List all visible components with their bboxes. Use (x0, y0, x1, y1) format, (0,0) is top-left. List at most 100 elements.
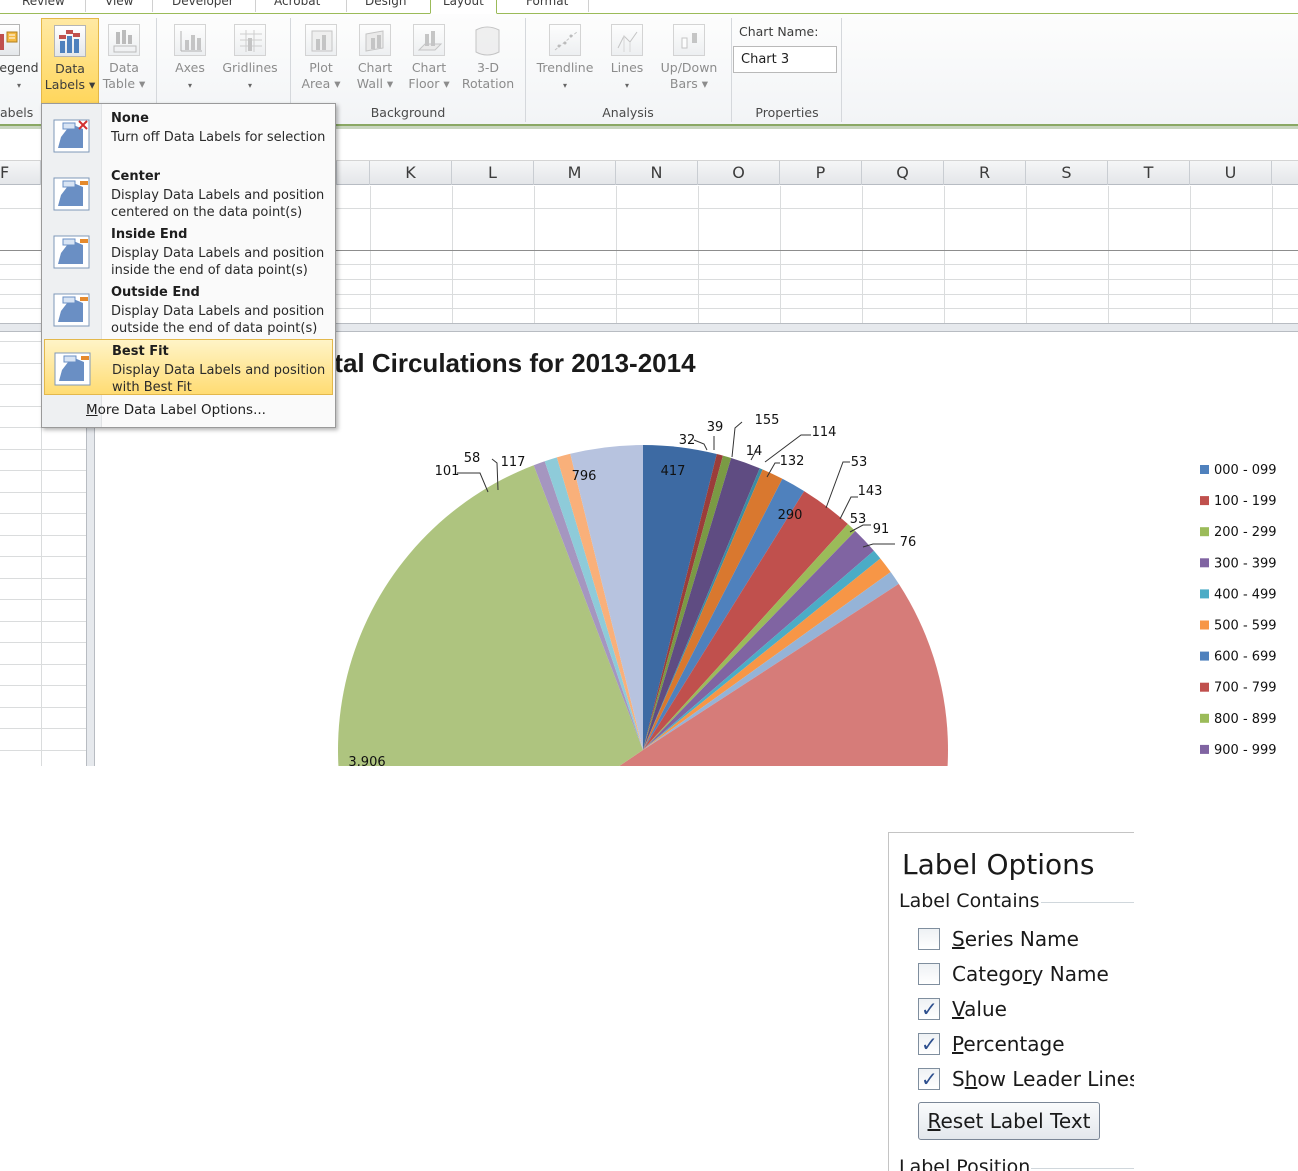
menu-item-outside-end[interactable]: Outside End Display Data Labels and posit… (44, 281, 333, 337)
chart-title: Total Circulations for 2013-2014 (304, 348, 696, 378)
trendline-button[interactable]: Trendline ▾ (532, 24, 598, 94)
legend-entry: 200 - 299 (1214, 525, 1277, 540)
gridlines-button[interactable]: Gridlines ▾ (220, 24, 280, 94)
tab-separator (255, 0, 256, 12)
column-header[interactable]: M (534, 161, 616, 185)
data-label-center-icon (53, 175, 91, 213)
3d-rotation-line2: Rotation (461, 76, 515, 91)
slice-data-label: 32 (679, 433, 696, 448)
3d-rotation-icon (472, 24, 504, 56)
slice-data-label: 417 (661, 464, 686, 479)
grid-line (534, 186, 535, 323)
menu-item-center[interactable]: Center Display Data Labels and position c… (44, 165, 333, 221)
legend-label: egend (0, 60, 39, 75)
checkbox-label[interactable]: Series Name (952, 927, 1079, 951)
reset-label-text-button[interactable]: Reset Label Text (918, 1102, 1100, 1140)
tab-separator (346, 0, 347, 12)
menu-item-title: Best Fit (112, 344, 169, 359)
grid-line (0, 750, 86, 751)
chart-name-label: Chart Name: (739, 24, 819, 39)
checkmark-icon: ✓ (921, 1067, 938, 1091)
tab-layout[interactable]: Layout (430, 0, 497, 14)
column-header[interactable]: Q (862, 161, 944, 185)
grid-line (1190, 186, 1191, 323)
grid-line (0, 513, 86, 514)
slice-data-label: 117 (501, 455, 526, 470)
slice-data-label: 143 (858, 484, 883, 499)
data-label-best-icon (54, 350, 92, 388)
checkbox-percentage[interactable]: ✓ (918, 1032, 940, 1056)
checkbox-value[interactable]: ✓ (918, 997, 940, 1021)
column-header-blank[interactable] (336, 161, 370, 185)
checkbox-label[interactable]: Percentage (952, 1032, 1065, 1056)
legend-entry: 500 - 599 (1214, 619, 1277, 634)
checkbox-label[interactable]: Show Leader Lines (952, 1067, 1134, 1091)
slice-data-label: 132 (780, 454, 805, 469)
chart-wall-icon (359, 24, 391, 56)
chart-floor-line2: Floor ▾ (408, 76, 450, 91)
column-header[interactable]: S (1026, 161, 1108, 185)
column-header[interactable]: N (616, 161, 698, 185)
lines-button[interactable]: Lines ▾ (606, 24, 648, 94)
tab-review[interactable]: Review (22, 0, 65, 8)
column-header[interactable]: O (698, 161, 780, 185)
leader-line (457, 472, 489, 493)
legend-entry: 000 - 099 (1214, 463, 1277, 478)
more-data-label-options[interactable]: More Data Label Options... (86, 402, 266, 418)
data-labels-button[interactable]: Data Labels ▾ (41, 18, 99, 104)
data-table-icon (108, 24, 140, 56)
gridlines-label: Gridlines (222, 60, 278, 75)
legend-entry: 400 - 499 (1214, 587, 1277, 602)
grid-line (0, 707, 86, 708)
updown-bars-button[interactable]: Up/Down Bars ▾ (655, 24, 723, 92)
column-header[interactable]: U (1190, 161, 1272, 185)
tab-separator (85, 0, 86, 12)
tab-view[interactable]: View (105, 0, 133, 8)
3d-rotation-button[interactable]: 3-D Rotation (458, 24, 518, 92)
tab-acrobat[interactable]: Acrobat (274, 0, 320, 8)
menu-item-none[interactable]: None Turn off Data Labels for selection (44, 107, 333, 163)
label-options-title: Label Options (902, 848, 1095, 881)
column-header[interactable]: T (1108, 161, 1190, 185)
grid-line (0, 556, 86, 557)
data-table-line1: Data (109, 60, 139, 75)
chart-name-input[interactable]: Chart 3 (733, 46, 837, 73)
slice-data-label: 91 (873, 522, 890, 537)
grid-line (0, 621, 86, 622)
checkbox-category-name[interactable] (918, 963, 940, 985)
axes-button[interactable]: Axes ▾ (166, 24, 214, 94)
slice-data-label: 3,906 (348, 755, 385, 766)
tab-format[interactable]: Format (526, 0, 568, 8)
checkbox-label[interactable]: Value (952, 997, 1007, 1021)
legend-icon (0, 24, 20, 56)
menu-item-best-fit[interactable]: Best Fit Display Data Labels and position… (44, 339, 333, 395)
legend-swatch (1200, 620, 1209, 630)
checkbox-label[interactable]: Category Name (952, 962, 1109, 986)
data-table-button[interactable]: Data Table ▾ (100, 24, 148, 92)
3d-rotation-line1: 3-D (476, 60, 500, 75)
column-header[interactable]: R (944, 161, 1026, 185)
tab-developer[interactable]: Developer (172, 0, 234, 8)
data-labels-dropdown: None Turn off Data Labels for selection Ce… (41, 103, 336, 428)
grid-line (1272, 186, 1273, 323)
checkbox-show-leader-lines[interactable]: ✓ (918, 1067, 940, 1091)
slice-data-label: 101 (435, 464, 460, 479)
checkbox-series-name[interactable] (918, 928, 940, 950)
menu-item-inside-end[interactable]: Inside End Display Data Labels and positi… (44, 223, 333, 279)
chevron-down-icon: ▾ (562, 81, 567, 90)
column-header[interactable]: P (780, 161, 862, 185)
leader-line (825, 461, 850, 509)
column-header[interactable]: K (370, 161, 452, 185)
column-header[interactable]: F (0, 161, 41, 185)
grid-line (0, 449, 86, 450)
lines-icon (611, 24, 643, 56)
tab-design[interactable]: Design (365, 0, 406, 8)
gridlines-icon (234, 24, 266, 56)
plot-area-button[interactable]: Plot Area ▾ (298, 24, 344, 92)
column-header[interactable]: L (452, 161, 534, 185)
slice-data-label: 155 (755, 413, 780, 428)
group-label-analysis: Analysis (602, 105, 654, 120)
legend-button[interactable]: egend ▾ (0, 24, 40, 94)
chart-floor-button[interactable]: Chart Floor ▾ (405, 24, 453, 92)
chart-wall-button[interactable]: Chart Wall ▾ (352, 24, 398, 92)
